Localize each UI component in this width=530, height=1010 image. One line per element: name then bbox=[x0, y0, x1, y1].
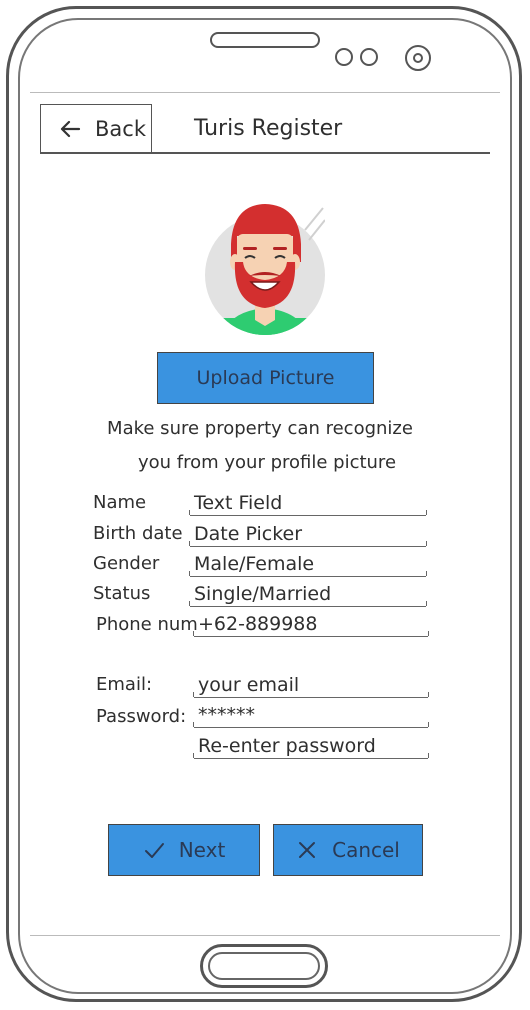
next-button[interactable]: Next bbox=[108, 824, 260, 876]
avatar-icon[interactable] bbox=[205, 200, 325, 340]
back-button[interactable]: Back bbox=[40, 104, 152, 154]
gender-label: Gender bbox=[93, 553, 160, 574]
speaker-grille bbox=[210, 32, 320, 48]
birth-date-label: Birth date bbox=[93, 523, 183, 544]
password-field[interactable]: ****** bbox=[193, 702, 429, 728]
password-confirm-field[interactable]: Re-enter password bbox=[193, 733, 429, 759]
phone-label: Phone num bbox=[96, 614, 198, 635]
email-field[interactable]: your email bbox=[193, 672, 429, 698]
page-title: Turis Register bbox=[194, 116, 343, 141]
password-label: Password: bbox=[96, 706, 187, 727]
header-divider bbox=[40, 152, 490, 154]
arrow-left-icon bbox=[60, 120, 81, 138]
cancel-button[interactable]: Cancel bbox=[273, 824, 423, 876]
sensor-right bbox=[360, 48, 378, 66]
upload-picture-label: Upload Picture bbox=[196, 367, 335, 389]
birth-date-picker[interactable]: Date Picker bbox=[189, 521, 427, 547]
profile-hint-line-1: Make sure property can recognize bbox=[107, 418, 413, 439]
check-icon bbox=[144, 843, 164, 858]
x-icon bbox=[299, 842, 316, 858]
profile-hint-line-2: you from your profile picture bbox=[137, 452, 397, 473]
sensor-left bbox=[335, 48, 353, 66]
cancel-label: Cancel bbox=[332, 838, 400, 862]
status-field[interactable]: Single/Married bbox=[189, 581, 427, 607]
back-label: Back bbox=[95, 117, 146, 141]
next-label: Next bbox=[178, 838, 226, 862]
name-label: Name bbox=[93, 492, 147, 513]
phone-field[interactable]: +62-889988 bbox=[193, 611, 429, 637]
status-label: Status bbox=[93, 583, 151, 604]
home-button[interactable] bbox=[200, 944, 328, 988]
name-field[interactable]: Text Field bbox=[189, 490, 427, 516]
gender-field[interactable]: Male/Female bbox=[189, 551, 427, 577]
email-label: Email: bbox=[96, 674, 153, 695]
upload-picture-button[interactable]: Upload Picture bbox=[157, 352, 374, 404]
camera-icon bbox=[405, 45, 431, 71]
